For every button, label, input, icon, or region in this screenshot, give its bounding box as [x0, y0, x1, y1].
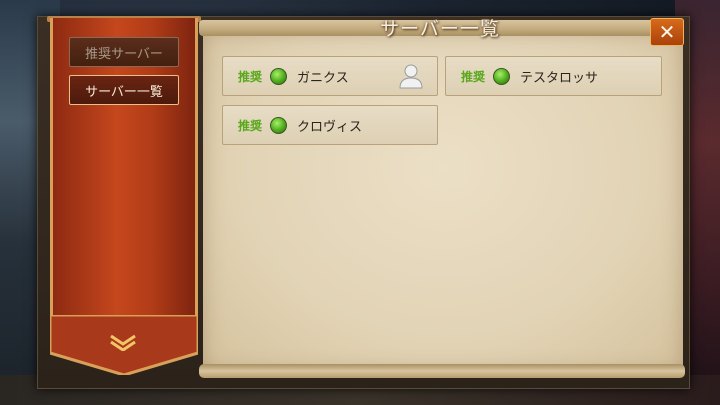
tab-recommended-servers[interactable]: 推奨サーバー [69, 37, 179, 67]
tab-label: サーバー一覧 [85, 84, 163, 100]
status-dot-icon [270, 116, 288, 134]
server-name: ガニクス [297, 70, 349, 86]
server-tile[interactable]: 推奨 テスタロッサ [445, 56, 662, 96]
scroll-bottom-rod [199, 364, 685, 378]
recommended-tag: 推奨 [238, 118, 263, 133]
recommended-tag: 推奨 [238, 69, 263, 84]
status-dot-icon [270, 67, 288, 85]
page-title: サーバー一覧 [380, 18, 500, 40]
close-button[interactable]: ✕ [650, 18, 684, 46]
server-name: テスタロッサ [520, 70, 599, 86]
tab-server-list[interactable]: サーバー一覧 [69, 75, 179, 105]
status-dot-icon [493, 67, 511, 85]
server-tile[interactable]: 推奨 クロヴィス [222, 105, 438, 145]
server-tile[interactable]: 推奨 ガニクス [222, 56, 438, 96]
recommended-tag: 推奨 [461, 69, 486, 84]
sidebar-banner [50, 18, 198, 348]
user-avatar-icon [399, 63, 423, 89]
chevron-down-icon[interactable] [108, 333, 138, 352]
close-icon: ✕ [658, 20, 676, 44]
tab-label: 推奨サーバー [85, 46, 163, 62]
server-name: クロヴィス [297, 119, 363, 135]
